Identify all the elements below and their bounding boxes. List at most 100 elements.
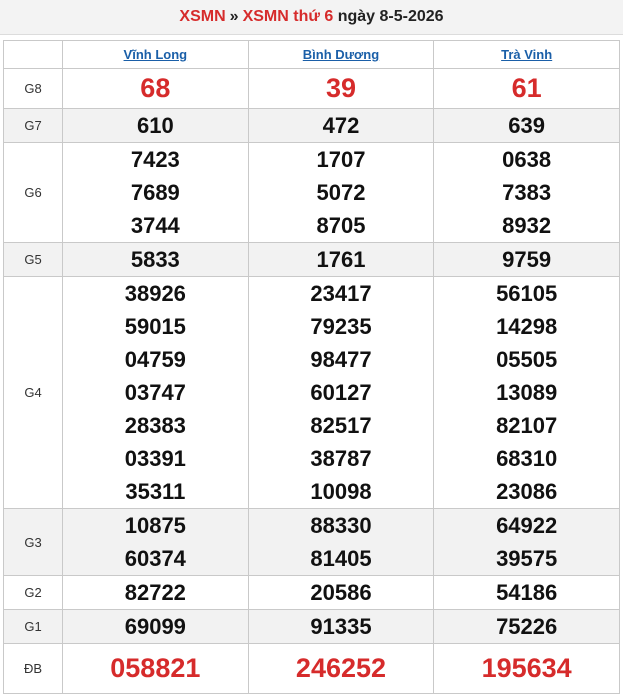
result-cell: 7423 7689 3744 [62, 142, 249, 243]
result-number: 03391 [124, 446, 186, 471]
result-number: 69099 [124, 614, 186, 639]
result-number: 0638 [502, 147, 552, 172]
corner-cell [3, 40, 63, 69]
result-number: 82722 [124, 580, 186, 605]
result-number: 68310 [496, 446, 558, 471]
result-cell: 639 [433, 108, 620, 143]
province-link-vinh-long[interactable]: Vĩnh Long [124, 47, 188, 62]
result-number: 5833 [130, 247, 180, 272]
result-number: 5072 [316, 180, 366, 205]
result-number: 8705 [316, 213, 366, 238]
prize-row-g6: G6 7423 7689 3744 1707 5072 8705 0638 7383 8932 [3, 142, 620, 243]
result-number: 20586 [310, 580, 372, 605]
result-number: 23086 [496, 479, 558, 504]
result-cell: 38926 59015 04759 03747 28383 03391 35311 [62, 276, 249, 509]
result-number: 3744 [130, 213, 180, 238]
result-number: 82517 [310, 413, 372, 438]
result-cell: 54186 [433, 575, 620, 610]
result-number: 195634 [481, 653, 572, 683]
province-header: Trà Vinh [433, 40, 620, 69]
result-number: 38926 [124, 281, 186, 306]
result-number: 59015 [124, 314, 186, 339]
results-table: Vĩnh Long Bình Dương Trà Vinh G8 68 39 61 G7… [3, 40, 620, 694]
province-link-tra-vinh[interactable]: Trà Vinh [501, 47, 552, 62]
result-number: 639 [508, 113, 546, 138]
prize-row-g5: G5 5833 1761 9759 [3, 242, 620, 277]
result-number: 54186 [496, 580, 558, 605]
prize-label: G3 [3, 508, 63, 576]
result-number: 14298 [496, 314, 558, 339]
prize-label: G1 [3, 609, 63, 644]
prize-row-db: ĐB 058821 246252 195634 [3, 643, 620, 694]
result-number: 10875 [124, 513, 186, 538]
result-number: 75226 [496, 614, 558, 639]
result-cell: 39 [247, 68, 435, 109]
result-number: 39575 [496, 546, 558, 571]
result-number: 23417 [310, 281, 372, 306]
breadcrumb-separator: » [229, 8, 239, 25]
result-number: 8932 [502, 213, 552, 238]
result-cell: 64922 39575 [433, 508, 620, 576]
draw-date: ngày 8-5-2026 [337, 8, 444, 25]
result-number: 35311 [125, 479, 186, 504]
prize-row-g3: G3 10875 60374 88330 81405 64922 39575 [3, 508, 620, 576]
result-cell: 56105 14298 05505 13089 82107 68310 23086 [433, 276, 620, 509]
result-number: 60374 [124, 546, 186, 571]
result-number: 68 [140, 73, 171, 103]
prize-label: G2 [3, 575, 63, 610]
prize-label: ĐB [3, 643, 63, 694]
prize-row-g4: G4 38926 59015 04759 03747 28383 03391 35311 234… [3, 276, 620, 509]
result-number: 246252 [295, 653, 387, 683]
result-cell: 23417 79235 98477 60127 82517 38787 10098 [247, 276, 435, 509]
result-number: 64922 [496, 513, 558, 538]
prize-row-g1: G1 69099 91335 75226 [3, 609, 620, 644]
result-number: 7423 [130, 147, 180, 172]
result-number: 81405 [310, 546, 372, 571]
result-cell: 91335 [247, 609, 435, 644]
result-number: 472 [322, 113, 360, 138]
result-cell: 82722 [62, 575, 249, 610]
page-header: XSMN» XSMN thứ 6 ngày 8-5-2026 [0, 0, 623, 35]
prize-label: G7 [3, 108, 63, 143]
result-cell: 1761 [247, 242, 435, 277]
result-cell: 1707 5072 8705 [247, 142, 435, 243]
xsmn-link[interactable]: XSMN [179, 8, 225, 25]
result-cell: 5833 [62, 242, 249, 277]
result-cell: 9759 [433, 242, 620, 277]
result-number: 9759 [502, 247, 552, 272]
result-number: 28383 [124, 413, 186, 438]
result-cell: 058821 [62, 643, 249, 694]
prize-label: G5 [3, 242, 63, 277]
province-header: Bình Dương [247, 40, 435, 69]
prize-row-g8: G8 68 39 61 [3, 68, 620, 109]
result-cell: 68 [62, 68, 249, 109]
result-number: 98477 [310, 347, 372, 372]
prize-label: G8 [3, 68, 63, 109]
result-number: 82107 [496, 413, 558, 438]
result-cell: 0638 7383 8932 [433, 142, 620, 243]
result-cell: 610 [62, 108, 249, 143]
result-cell: 10875 60374 [62, 508, 249, 576]
result-number: 10098 [310, 479, 372, 504]
result-number: 1707 [316, 147, 366, 172]
result-number: 7689 [130, 180, 180, 205]
xsmn-friday-link[interactable]: XSMN thứ 6 [243, 8, 334, 25]
result-number: 61 [511, 73, 542, 103]
result-number: 05505 [496, 347, 558, 372]
result-cell: 20586 [247, 575, 435, 610]
result-number: 38787 [310, 446, 372, 471]
result-number: 03747 [124, 380, 186, 405]
result-cell: 472 [247, 108, 435, 143]
prize-label: G6 [3, 142, 63, 243]
province-header-row: Vĩnh Long Bình Dương Trà Vinh [3, 40, 620, 69]
result-cell: 195634 [433, 643, 620, 694]
result-cell: 88330 81405 [247, 508, 435, 576]
result-cell: 246252 [247, 643, 435, 694]
result-number: 56105 [496, 281, 558, 306]
result-number: 04759 [124, 347, 186, 372]
result-number: 1761 [316, 247, 366, 272]
province-link-binh-duong[interactable]: Bình Dương [303, 47, 379, 62]
result-number: 13089 [496, 380, 558, 405]
result-number: 610 [136, 113, 174, 138]
result-number: 88330 [310, 513, 372, 538]
